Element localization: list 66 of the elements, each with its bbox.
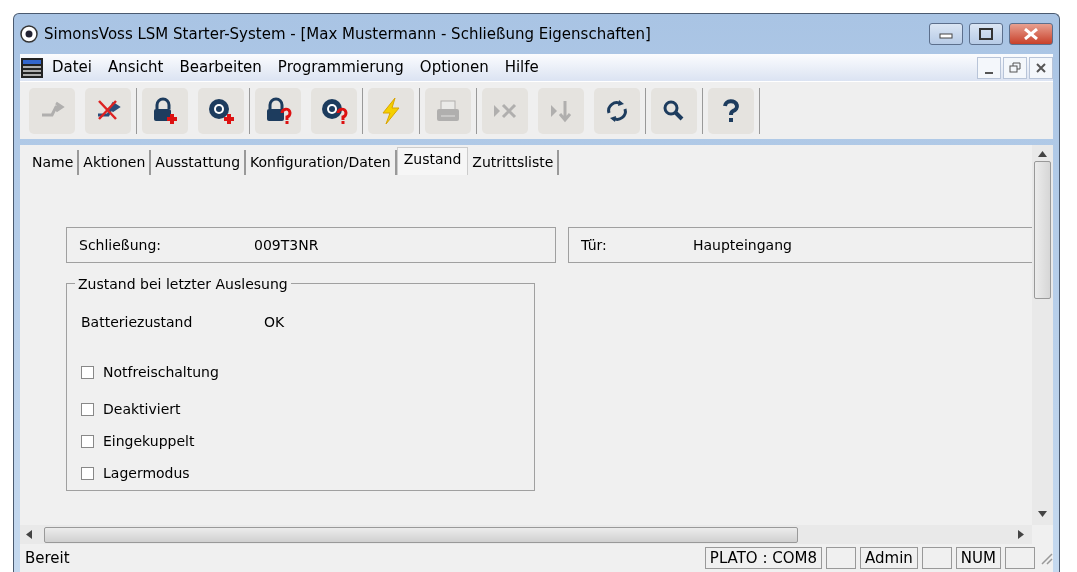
checkbox-label: Eingekuppelt — [103, 432, 195, 451]
tab[interactable]: Zustand — [396, 147, 469, 175]
lock-add-icon — [151, 96, 179, 125]
status-panel: PLATO : COM8 — [704, 547, 823, 569]
scroll-thumb[interactable] — [1034, 161, 1051, 299]
minimize-icon — [985, 71, 993, 74]
tab[interactable]: Ausstattung — [151, 150, 247, 175]
checkbox[interactable] — [81, 435, 94, 448]
checkbox[interactable] — [81, 366, 94, 379]
status-panel — [921, 547, 952, 569]
scroll-up-icon — [1038, 151, 1047, 157]
status-text: Bereit — [25, 547, 71, 569]
lock-query-icon — [264, 96, 292, 125]
scroll-down-icon — [1038, 511, 1047, 517]
menu-item[interactable]: Optionen — [411, 56, 497, 79]
battery-label: Batteriezustand — [81, 313, 194, 332]
toolbar-button[interactable] — [311, 87, 357, 134]
checkbox-label: Deaktiviert — [103, 400, 181, 419]
tab[interactable]: Name — [28, 150, 80, 175]
scroll-left-icon — [26, 530, 32, 539]
scroll-right-icon — [1018, 530, 1024, 539]
toolbar-button[interactable] — [198, 87, 244, 134]
toolbar-button[interactable] — [85, 87, 131, 134]
knob-add-icon — [207, 96, 235, 125]
app-icon — [20, 25, 38, 43]
toolbar-button[interactable] — [651, 87, 697, 134]
maximize-icon — [979, 28, 993, 40]
close-icon — [1023, 28, 1039, 40]
minimize-button[interactable] — [929, 23, 963, 45]
menu-item[interactable]: Programmierung — [269, 56, 412, 79]
menu-item[interactable]: Bearbeiten — [171, 56, 270, 79]
horizontal-scrollbar[interactable] — [20, 525, 1032, 544]
field-label: Tür: — [581, 235, 608, 255]
field-label: Schließung: — [79, 235, 163, 255]
maximize-button[interactable] — [969, 23, 1003, 45]
toolbar-button[interactable] — [142, 87, 188, 134]
checkbox[interactable] — [81, 467, 94, 480]
restore-icon — [1008, 60, 1022, 75]
document-icon — [20, 56, 44, 79]
checkbox-label: Notfreischaltung — [103, 363, 219, 382]
resize-grip-icon — [1039, 551, 1053, 565]
status-panel: NUM — [955, 547, 1001, 569]
close-icon — [1034, 60, 1048, 75]
checkbox-label: Lagermodus — [103, 464, 190, 483]
toolbar-button[interactable] — [255, 87, 301, 134]
knob-query-icon — [320, 96, 348, 125]
close-button[interactable] — [1009, 23, 1053, 45]
checkbox[interactable] — [81, 403, 94, 416]
battery-value: OK — [264, 313, 285, 332]
menu-item[interactable]: Datei — [44, 56, 101, 79]
tab[interactable]: Zutrittsliste — [468, 150, 560, 175]
menu-item[interactable]: Ansicht — [100, 56, 172, 79]
menu-item[interactable]: Hilfe — [496, 56, 547, 79]
status-panel: Admin — [860, 547, 918, 569]
mdi-close-button[interactable] — [1029, 56, 1053, 79]
scroll-thumb[interactable] — [44, 526, 798, 543]
window-title: SimonsVoss LSM Starter-System - [Max Mustermann - Schließung Eigenschaften] — [44, 23, 652, 45]
toolbar-button[interactable] — [594, 87, 640, 134]
tab[interactable]: Aktionen — [79, 150, 152, 175]
status-panel — [826, 547, 857, 569]
status-panel — [1005, 547, 1035, 569]
mdi-minimize-button[interactable] — [977, 56, 1001, 79]
toolbar-button[interactable] — [708, 87, 754, 134]
field-value: 009T3NR — [254, 235, 319, 255]
field-value: Haupteingang — [693, 235, 792, 255]
vertical-scrollbar[interactable] — [1032, 145, 1053, 525]
